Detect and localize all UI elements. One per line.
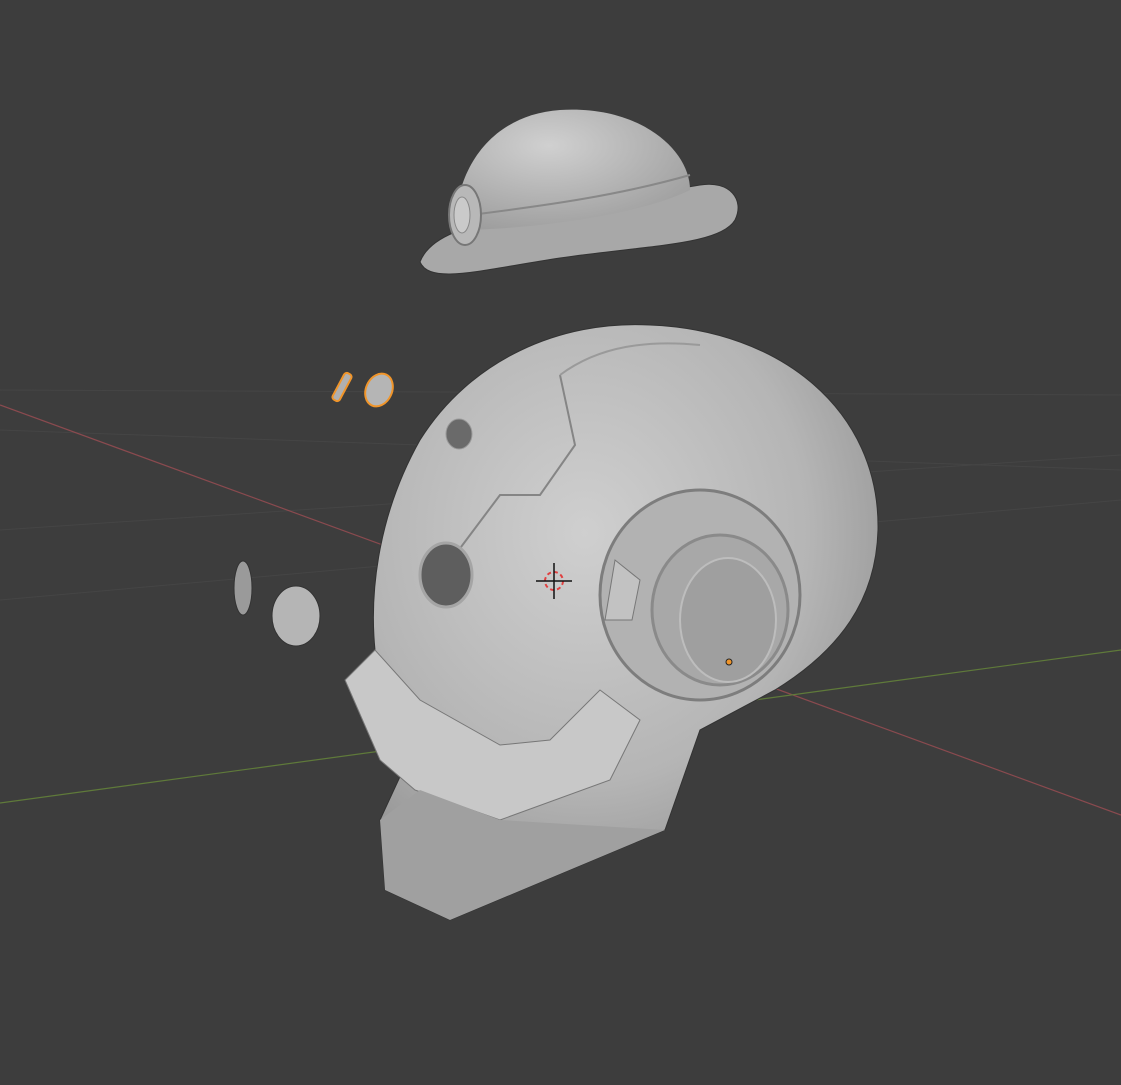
object-origin-icon xyxy=(725,658,733,666)
eye-discs[interactable] xyxy=(233,560,321,647)
3d-viewport[interactable] xyxy=(0,0,1121,1085)
hat-mesh[interactable] xyxy=(419,109,739,275)
head-mesh[interactable] xyxy=(344,324,879,921)
viewport-canvas[interactable] xyxy=(0,0,1121,1085)
selected-parts[interactable] xyxy=(331,369,398,411)
